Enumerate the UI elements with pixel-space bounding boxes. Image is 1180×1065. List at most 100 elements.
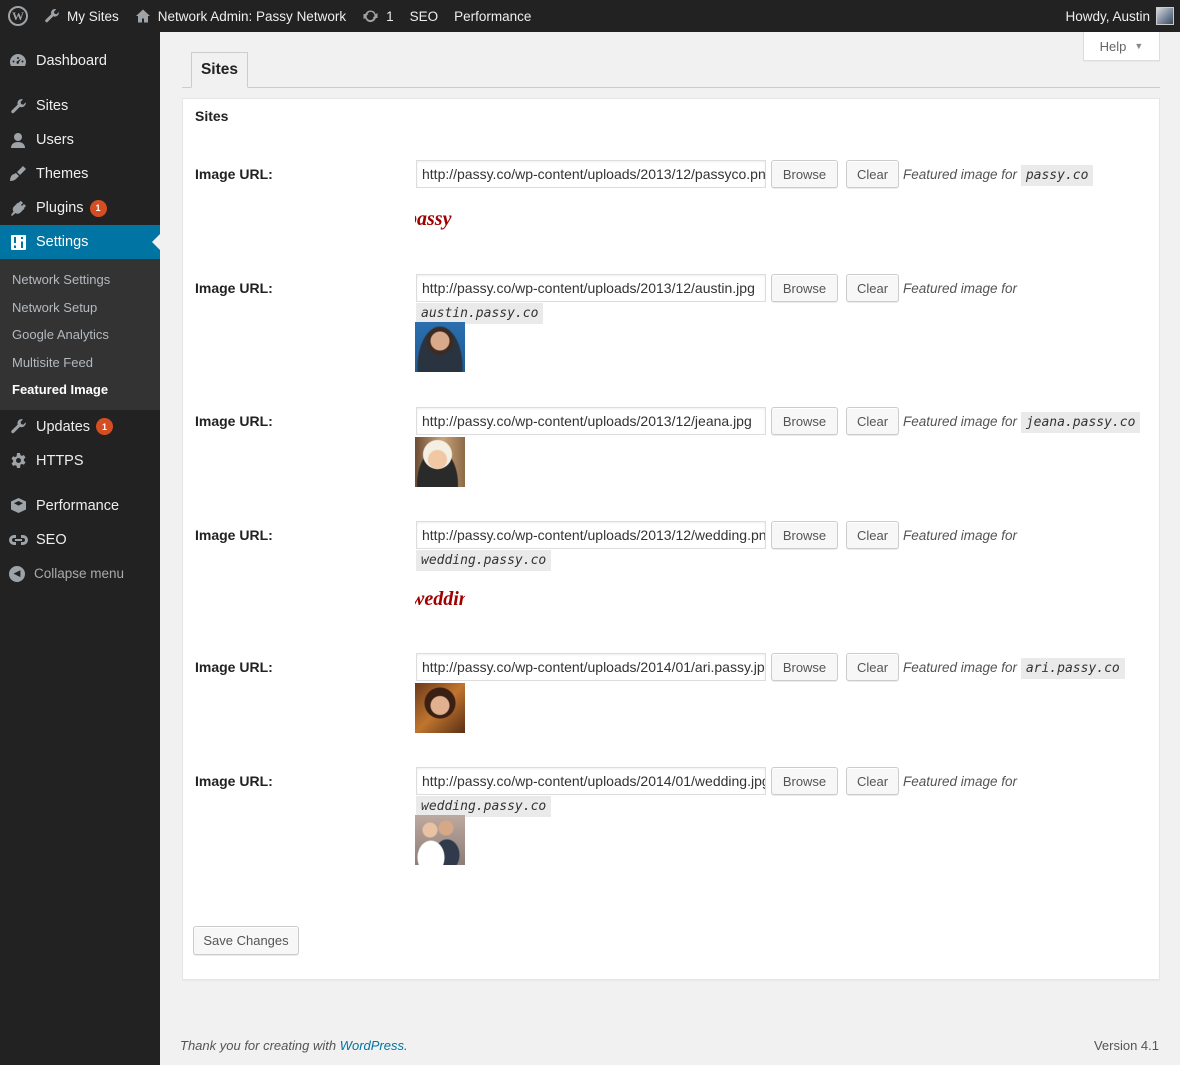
admin-bar: W My Sites Network Admin: Passy Network …	[0, 0, 1180, 32]
my-account-menu[interactable]: Howdy, Austin	[1057, 0, 1180, 32]
tab-sites[interactable]: Sites	[191, 52, 248, 88]
menu-seo[interactable]: SEO	[0, 523, 160, 557]
users-icon	[8, 130, 28, 150]
menu-updates[interactable]: Updates 1	[0, 410, 160, 444]
clear-button[interactable]: Clear	[846, 160, 899, 188]
clear-button[interactable]: Clear	[846, 407, 899, 435]
nav-tab-wrapper	[182, 87, 1160, 88]
network-admin-menu[interactable]: Network Admin: Passy Network	[127, 0, 354, 32]
image-url-input[interactable]: http://passy.co/wp-content/uploads/2013/…	[416, 407, 766, 435]
seo-icon	[8, 530, 28, 550]
sites-icon	[8, 96, 28, 116]
menu-performance[interactable]: Performance	[0, 489, 160, 523]
browse-button[interactable]: Browse	[771, 160, 838, 188]
plugins-update-badge: 1	[89, 199, 107, 217]
image-preview	[415, 437, 465, 487]
wp-logo-menu[interactable]: W	[0, 0, 36, 32]
menu-dashboard[interactable]: Dashboard	[0, 44, 160, 78]
menu-settings[interactable]: Settings	[0, 225, 160, 259]
featured-image-for-text: Featured image for ari.passy.co	[903, 658, 1125, 679]
menu-themes-label: Themes	[36, 166, 89, 182]
wrench-icon	[45, 9, 59, 23]
menu-settings-label: Settings	[36, 234, 89, 250]
clear-button[interactable]: Clear	[846, 274, 899, 302]
gear-icon	[8, 451, 28, 471]
browse-button[interactable]: Browse	[771, 274, 838, 302]
clear-button[interactable]: Clear	[846, 653, 899, 681]
image-preview	[415, 683, 465, 733]
image-preview: passy	[415, 208, 452, 230]
menu-sites[interactable]: Sites	[0, 89, 160, 123]
panel-title: Sites	[195, 108, 229, 124]
submenu-network-settings[interactable]: Network Settings	[0, 266, 160, 294]
save-changes-button[interactable]: Save Changes	[193, 926, 299, 955]
menu-users-label: Users	[36, 132, 74, 148]
image-url-input[interactable]: http://passy.co/wp-content/uploads/2013/…	[416, 521, 766, 549]
seo-menu[interactable]: SEO	[402, 0, 447, 32]
image-url-label: Image URL:	[195, 166, 273, 182]
submenu-google-analytics[interactable]: Google Analytics	[0, 321, 160, 349]
featured-image-for-text: Featured image for passy.co	[903, 165, 1094, 186]
featured-image-for-text: Featured image for	[903, 281, 1018, 296]
refresh-icon	[363, 10, 378, 23]
menu-users[interactable]: Users	[0, 123, 160, 157]
featured-label: Featured image for	[903, 660, 1018, 675]
image-preview: wedding	[415, 588, 465, 610]
featured-image-for-text: Featured image for	[903, 774, 1018, 789]
browse-button[interactable]: Browse	[771, 407, 838, 435]
clear-button[interactable]: Clear	[846, 521, 899, 549]
footer-thanks-text: Thank you for creating with	[180, 1038, 340, 1053]
plugins-icon	[8, 198, 28, 218]
dashboard-icon	[8, 51, 28, 71]
featured-label: Featured image for	[903, 167, 1018, 182]
wordpress-logo-icon: W	[8, 6, 28, 26]
site-domain: austin.passy.co	[416, 303, 544, 324]
menu-dashboard-label: Dashboard	[36, 53, 107, 69]
submenu-multisite-feed[interactable]: Multisite Feed	[0, 349, 160, 377]
collapse-menu[interactable]: ◀ Collapse menu	[0, 557, 160, 591]
my-sites-menu[interactable]: My Sites	[36, 0, 127, 32]
avatar	[1156, 7, 1174, 25]
submenu-featured-image[interactable]: Featured Image	[0, 376, 160, 404]
site-domain: passy.co	[1020, 165, 1094, 186]
menu-themes[interactable]: Themes	[0, 157, 160, 191]
menu-https[interactable]: HTTPS	[0, 444, 160, 478]
image-url-input[interactable]: http://passy.co/wp-content/uploads/2014/…	[416, 767, 766, 795]
my-sites-label: My Sites	[67, 8, 119, 24]
browse-button[interactable]: Browse	[771, 521, 838, 549]
settings-icon	[8, 232, 28, 252]
home-icon	[135, 9, 150, 23]
menu-https-label: HTTPS	[36, 452, 84, 469]
clear-button[interactable]: Clear	[846, 767, 899, 795]
footer-thanks: Thank you for creating with WordPress.	[180, 1038, 408, 1053]
featured-image-for-text: Featured image for	[903, 528, 1018, 543]
submenu-network-setup[interactable]: Network Setup	[0, 294, 160, 322]
footer-version: Version 4.1	[1093, 1038, 1159, 1053]
chevron-down-icon: ▼	[1134, 41, 1144, 51]
menu-plugins-label: Plugins	[36, 200, 84, 216]
performance-icon	[8, 496, 28, 516]
image-url-input[interactable]: http://passy.co/wp-content/uploads/2013/…	[416, 160, 766, 188]
howdy-label: Howdy, Austin	[1065, 8, 1150, 24]
settings-submenu: Network Settings Network Setup Google An…	[0, 259, 160, 410]
help-tab-button[interactable]: Help ▼	[1083, 32, 1160, 61]
updates-menu[interactable]: 1	[354, 0, 402, 32]
menu-seo-label: SEO	[36, 531, 67, 548]
performance-menu[interactable]: Performance	[446, 0, 539, 32]
footer-period: .	[404, 1038, 408, 1053]
themes-icon	[8, 164, 28, 184]
image-url-input[interactable]: http://passy.co/wp-content/uploads/2013/…	[416, 274, 766, 302]
wordpress-link[interactable]: WordPress	[340, 1038, 404, 1053]
browse-button[interactable]: Browse	[771, 767, 838, 795]
image-url-input[interactable]: http://passy.co/wp-content/uploads/2014/…	[416, 653, 766, 681]
menu-plugins[interactable]: Plugins 1	[0, 191, 160, 225]
performance-label: Performance	[454, 8, 532, 24]
updates-icon	[8, 417, 28, 437]
site-domain: wedding.passy.co	[416, 550, 552, 571]
updates-badge: 1	[96, 418, 114, 435]
image-url-label: Image URL:	[195, 413, 273, 429]
browse-button[interactable]: Browse	[771, 653, 838, 681]
menu-updates-label: Updates	[36, 418, 91, 435]
site-domain: ari.passy.co	[1020, 658, 1125, 679]
featured-image-for-text: Featured image for jeana.passy.co	[903, 412, 1141, 433]
